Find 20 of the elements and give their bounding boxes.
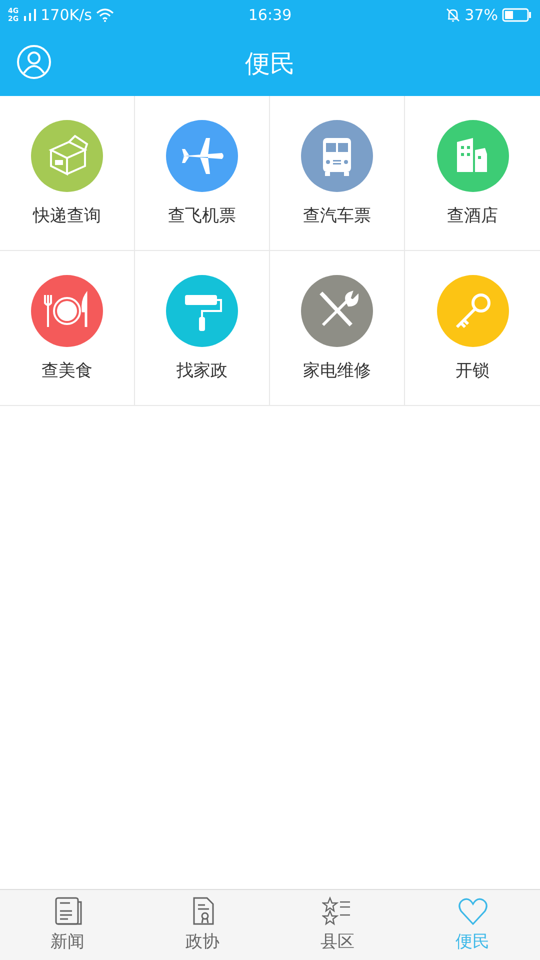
clock: 16:39 <box>248 6 292 24</box>
service-tile[interactable]: 找家政 <box>135 251 270 406</box>
tab[interactable]: 县区 <box>270 890 405 960</box>
service-tile[interactable]: 家电维修 <box>270 251 405 406</box>
signal-icon <box>22 8 37 22</box>
heart-icon <box>456 896 488 926</box>
service-tile[interactable]: 快递查询 <box>0 96 135 251</box>
battery-percent: 37% <box>464 6 498 24</box>
user-icon <box>17 45 51 79</box>
service-tile[interactable]: 查飞机票 <box>135 96 270 251</box>
battery-icon <box>502 8 532 22</box>
network-speed: 170K/s <box>40 6 92 24</box>
page-title: 便民 <box>245 48 295 80</box>
tab[interactable]: 新闻 <box>0 890 135 960</box>
muted-bell-icon <box>444 7 461 23</box>
wifi-icon <box>96 8 114 22</box>
profile-button[interactable] <box>17 45 51 79</box>
tab[interactable]: 政协 <box>135 890 270 960</box>
service-tile[interactable]: 查美食 <box>0 251 135 406</box>
service-tile[interactable]: 查汽车票 <box>270 96 405 251</box>
